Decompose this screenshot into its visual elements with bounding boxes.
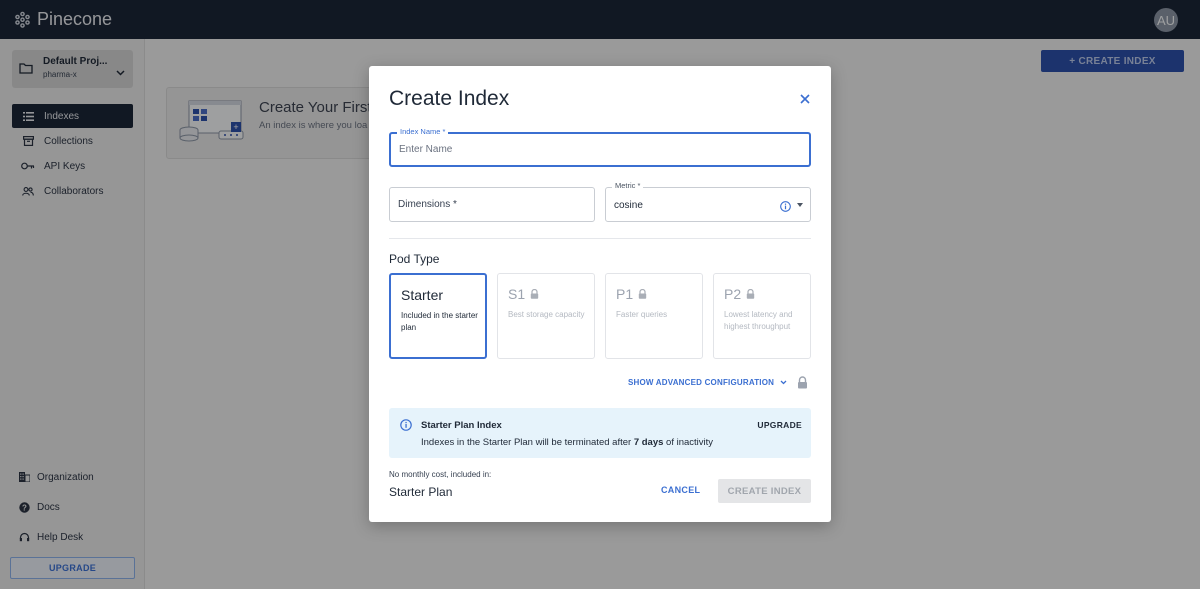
create-index-submit-button[interactable]: CREATE INDEX [718, 479, 811, 503]
info-icon[interactable] [780, 199, 791, 217]
metric-select[interactable]: Metric * cosine [605, 181, 811, 222]
notice-upgrade-link[interactable]: UPGRADE [757, 420, 802, 430]
pod-name: Starter [401, 287, 444, 303]
chevron-down-icon [780, 378, 787, 387]
dimensions-label: Dimensions * [398, 199, 457, 210]
cost-note: No monthly cost, included in: [389, 470, 492, 479]
pod-type-title: Pod Type [389, 252, 440, 266]
create-index-modal: Create Index Index Name * Dimensions * M… [369, 66, 831, 522]
lock-icon [797, 376, 808, 394]
pod-description: Faster queries [616, 310, 668, 319]
pod-name: S1 [508, 286, 526, 302]
dimensions-field[interactable]: Dimensions * [389, 187, 595, 222]
pod-option-starter[interactable]: Starter Included in the starter plan [389, 273, 487, 359]
notice-title: Starter Plan Index [421, 420, 502, 431]
lock-icon [638, 286, 647, 302]
pod-description: Included in the starter plan [401, 311, 478, 332]
close-icon[interactable] [800, 91, 810, 109]
pod-option-p1[interactable]: P1 Faster queries [605, 273, 703, 359]
show-advanced-configuration-button[interactable]: SHOW ADVANCED CONFIGURATION [628, 378, 787, 387]
caret-down-icon [797, 203, 803, 207]
pod-description: Best storage capacity [508, 310, 585, 319]
info-icon [400, 418, 412, 436]
metric-value: cosine [614, 200, 643, 211]
pod-name: P2 [724, 286, 742, 302]
pod-description: Lowest latency and highest throughput [724, 310, 793, 331]
notice-text: Indexes in the Starter Plan will be term… [421, 437, 714, 448]
index-name-field[interactable]: Index Name * [389, 127, 811, 167]
cancel-button[interactable]: CANCEL [661, 485, 700, 495]
pod-option-s1[interactable]: S1 Best storage capacity [497, 273, 595, 359]
pod-option-p2[interactable]: P2 Lowest latency and highest throughput [713, 273, 811, 359]
metric-label: Metric * [612, 181, 644, 190]
starter-plan-notice: Starter Plan Index Indexes in the Starte… [389, 408, 811, 458]
pod-name: P1 [616, 286, 634, 302]
lock-icon [746, 286, 755, 302]
cost-plan: Starter Plan [389, 485, 453, 499]
index-name-input[interactable] [399, 134, 776, 165]
advanced-label: SHOW ADVANCED CONFIGURATION [628, 378, 775, 387]
modal-title: Create Index [389, 87, 510, 110]
lock-icon [530, 286, 539, 302]
divider [389, 238, 811, 239]
